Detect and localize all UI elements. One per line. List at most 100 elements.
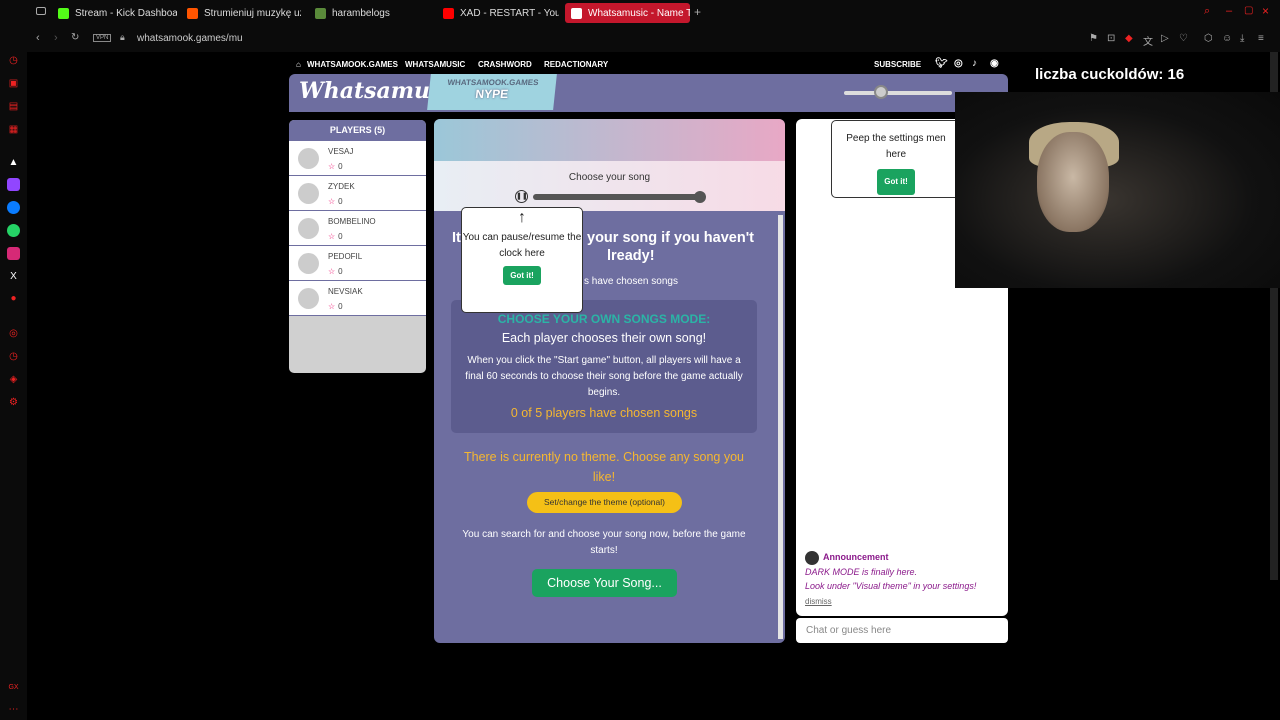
- player-row[interactable]: PEDOFIL ☆ 0: [289, 246, 426, 281]
- bookmark-icon[interactable]: ⚑: [1089, 33, 1098, 44]
- announcement: Announcement DARK MODE is finally here. …: [805, 550, 1005, 609]
- soundcloud-icon: [187, 7, 198, 19]
- download-icon[interactable]: ⤓: [1240, 33, 1244, 44]
- extensions-icon[interactable]: ⬡: [1204, 33, 1213, 44]
- instagram-icon[interactable]: [7, 247, 20, 260]
- player-row[interactable]: VESAJ ☆ 0: [289, 141, 426, 176]
- player-score: ☆ 0: [328, 267, 343, 276]
- avatar: [298, 288, 319, 309]
- more-icon[interactable]: ⋯: [7, 703, 20, 716]
- webcam-overlay: [955, 92, 1280, 288]
- bag-icon[interactable]: ▣: [7, 77, 20, 90]
- dismiss-link[interactable]: dismiss: [805, 597, 832, 606]
- player-score: ☆ 0: [328, 197, 343, 206]
- player-row[interactable]: ZYDEK ☆ 0: [289, 176, 426, 211]
- messenger-icon[interactable]: [7, 201, 20, 214]
- avatar: [298, 218, 319, 239]
- star-icon: ☆: [328, 232, 336, 241]
- player-name: BOMBELINO: [328, 217, 376, 226]
- whatsamusic-icon: [571, 7, 582, 19]
- site-header: Whatsamusic WHATSAMOOK.GAMES NYPE: [289, 74, 1008, 112]
- player-icon[interactable]: ▤: [7, 100, 20, 113]
- search-icon[interactable]: ⌕: [1204, 5, 1210, 18]
- star-icon: ☆: [328, 197, 336, 206]
- reload-icon[interactable]: ↻: [71, 32, 79, 43]
- pause-icon[interactable]: ❚❚: [515, 190, 528, 203]
- player-row[interactable]: BOMBELINO ☆ 0: [289, 211, 426, 246]
- stream-overlay-text: liczba cuckoldów: 16: [1035, 66, 1185, 83]
- nav-home-link[interactable]: WHATSAMOOK.GAMES: [307, 60, 398, 69]
- new-tab-button[interactable]: +: [694, 5, 701, 19]
- instagram-link-icon[interactable]: ◎: [954, 58, 963, 69]
- history-icon[interactable]: ◷: [7, 54, 20, 67]
- nav-crashword[interactable]: CRASHWORD: [478, 60, 532, 69]
- whatsapp-icon[interactable]: [7, 224, 20, 237]
- score-value: 0: [338, 267, 343, 276]
- snapshot-icon[interactable]: ⊡: [1107, 33, 1115, 44]
- home-icon[interactable]: ⌂: [296, 60, 301, 69]
- tab-label: XAD - RESTART - YouTub: [460, 7, 559, 19]
- announcement-line1: DARK MODE is finally here.: [805, 566, 918, 577]
- kick-icon: [58, 7, 69, 19]
- settings-tip-text: Peep the settings men here: [846, 133, 946, 160]
- twitter-icon[interactable]: 🐦︎: [935, 58, 948, 69]
- settings-ring-icon[interactable]: ◎: [7, 327, 20, 340]
- aria-icon[interactable]: ▲: [7, 156, 20, 169]
- tab-harambelogs[interactable]: harambelogs: [309, 3, 419, 23]
- nav-subscribe[interactable]: SUBSCRIBE: [874, 60, 921, 69]
- got-it-button[interactable]: Got it!: [503, 266, 541, 285]
- address-bar: ‹ › ↻ VPN 🔒︎ whatsamook.games/mu ⚑ ⊡ ◆ 文…: [0, 26, 1280, 52]
- clock-icon[interactable]: ◷: [7, 350, 20, 363]
- tab-label: Stream - Kick Dashboard: [75, 7, 177, 19]
- minimize-icon[interactable]: –: [1226, 5, 1232, 17]
- translate-icon[interactable]: 文: [1143, 33, 1153, 48]
- clock-end: [694, 191, 706, 203]
- tab-whatsamusic[interactable]: Whatsamusic - Name Tha: [565, 3, 690, 23]
- extension-icon[interactable]: ●: [7, 292, 20, 305]
- twitch-icon[interactable]: [7, 178, 20, 191]
- profile-icon[interactable]: ☺: [1222, 33, 1232, 44]
- discord-icon[interactable]: ◉: [990, 58, 999, 69]
- star-icon: ☆: [328, 267, 336, 276]
- chat-input[interactable]: Chat or guess here: [796, 618, 1008, 643]
- tab-menu-icon[interactable]: [36, 7, 46, 15]
- game-scrollbar[interactable]: [778, 215, 783, 639]
- tab-youtube[interactable]: XAD - RESTART - YouTub: [437, 3, 559, 23]
- cube-icon[interactable]: ◈: [7, 373, 20, 386]
- choose-song-button[interactable]: Choose Your Song...: [532, 569, 677, 597]
- players-panel: PLAYERS (5) VESAJ ☆ 0 ZYDEK ☆ 0 BOMBELINO …: [289, 120, 426, 373]
- song-area: Choose your song ❚❚: [434, 161, 785, 211]
- tiktok-icon[interactable]: ♪: [972, 58, 977, 69]
- theme-status: There is currently no theme. Choose any …: [463, 450, 744, 484]
- vpn-badge[interactable]: VPN: [93, 34, 112, 42]
- set-theme-button[interactable]: Set/change the theme (optional): [527, 492, 682, 513]
- gx-icon[interactable]: GX: [7, 681, 20, 694]
- tab-kick[interactable]: Stream - Kick Dashboard: [52, 3, 177, 23]
- player-score: ☆ 0: [328, 232, 343, 241]
- volume-knob[interactable]: [874, 85, 888, 99]
- volume-slider[interactable]: [844, 85, 952, 99]
- news-icon[interactable]: ▦: [7, 123, 20, 136]
- menu-icon[interactable]: ≡: [1258, 33, 1264, 44]
- star-icon: ☆: [328, 162, 336, 171]
- hype-badge: WHATSAMOOK.GAMES NYPE: [427, 74, 557, 110]
- got-it-button[interactable]: Got it!: [877, 169, 915, 195]
- nav-whatsamusic[interactable]: WHATSAMUSIC: [405, 60, 465, 69]
- forward-icon[interactable]: ›: [54, 32, 58, 44]
- tab-soundcloud[interactable]: Strumieniuj muzykę użyt: [181, 3, 301, 23]
- url-field[interactable]: whatsamook.games/mu: [137, 33, 243, 44]
- shield-icon[interactable]: ◆: [1125, 33, 1133, 44]
- announcement-line2: Look under "Visual theme" in your settin…: [805, 581, 977, 592]
- lock-icon: 🔒︎: [120, 32, 125, 42]
- player-row[interactable]: NEVSIAK ☆ 0: [289, 281, 426, 316]
- x-icon[interactable]: X: [7, 270, 20, 283]
- back-icon[interactable]: ‹: [36, 32, 40, 44]
- heart-icon[interactable]: ♡: [1179, 33, 1188, 44]
- nav-redactionary[interactable]: REDACTIONARY: [544, 60, 608, 69]
- mode-box: CHOOSE YOUR OWN SONGS MODE: Each player …: [451, 300, 757, 433]
- close-icon[interactable]: ×: [1262, 4, 1269, 18]
- player-name: NEVSIAK: [328, 287, 363, 296]
- play-icon[interactable]: ▷: [1161, 33, 1169, 44]
- maximize-icon[interactable]: ▢: [1244, 5, 1253, 16]
- gear-icon[interactable]: ⚙: [7, 396, 20, 409]
